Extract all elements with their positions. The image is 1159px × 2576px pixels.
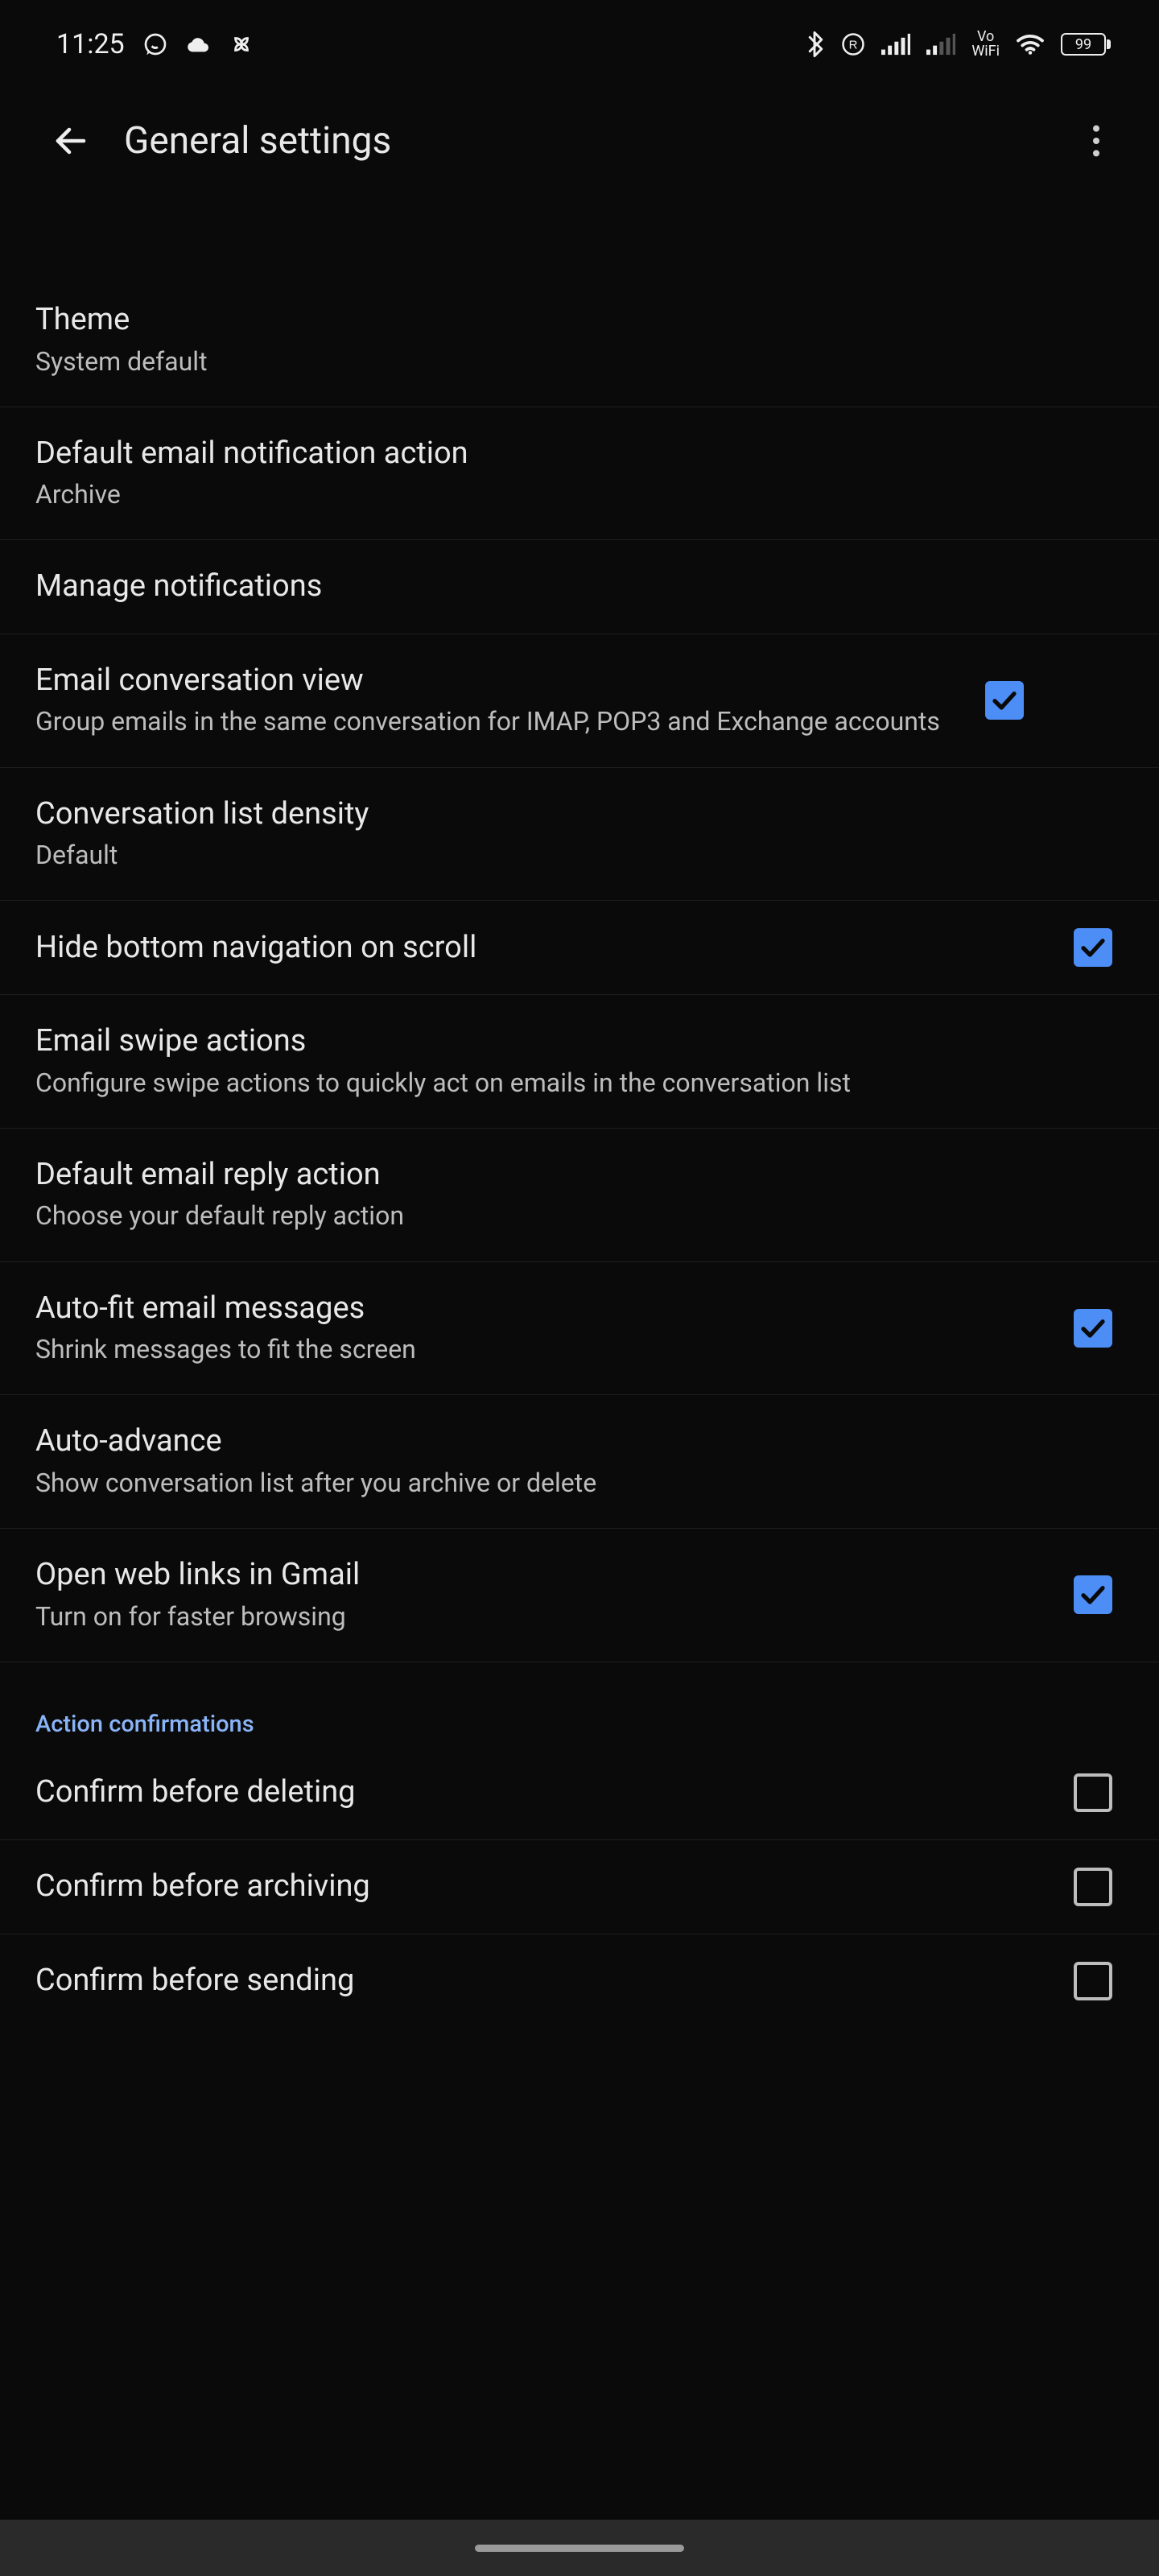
toolbar: General settings (0, 89, 1159, 193)
setting-title: Default email reply action (35, 1156, 1099, 1195)
setting-confirm-archive[interactable]: Confirm before archiving (0, 1840, 1159, 1934)
whatsapp-icon (142, 31, 168, 57)
checkbox-open-web-links[interactable] (1074, 1575, 1112, 1614)
setting-auto-fit-messages[interactable]: Auto-fit email messages Shrink messages … (0, 1262, 1159, 1396)
wifi-icon (1016, 33, 1045, 56)
status-bar: 11:25 R (0, 0, 1159, 89)
setting-desc: Turn on for faster browsing (35, 1600, 1050, 1634)
checkbox-auto-fit[interactable] (1074, 1309, 1112, 1348)
signal-1-icon (881, 33, 910, 56)
settings-list: Theme System default Default email notif… (0, 193, 1159, 2028)
checkbox-conversation-view[interactable] (985, 681, 1024, 720)
setting-title: Default email notification action (35, 435, 1099, 473)
setting-conversation-list-density[interactable]: Conversation list density Default (0, 768, 1159, 902)
page-title: General settings (124, 119, 1058, 163)
nav-handle-icon[interactable] (475, 2545, 684, 2552)
vowifi-icon: VoWiFi (971, 30, 1000, 59)
setting-value: Archive (35, 477, 1099, 512)
setting-title: Theme (35, 301, 1099, 340)
setting-open-web-links[interactable]: Open web links in Gmail Turn on for fast… (0, 1529, 1159, 1662)
setting-confirm-send[interactable]: Confirm before sending (0, 1934, 1159, 2028)
back-button[interactable] (32, 102, 109, 180)
setting-title: Confirm before sending (35, 1962, 1050, 2000)
setting-title: Email swipe actions (35, 1022, 1099, 1061)
setting-desc: Configure swipe actions to quickly act o… (35, 1066, 1099, 1100)
setting-default-reply-action[interactable]: Default email reply action Choose your d… (0, 1129, 1159, 1262)
setting-desc: Shrink messages to fit the screen (35, 1332, 1050, 1367)
status-left: 11:25 (56, 28, 254, 60)
setting-hide-bottom-nav[interactable]: Hide bottom navigation on scroll (0, 901, 1159, 995)
system-nav-bar (0, 2520, 1159, 2576)
setting-title: Auto-advance (35, 1422, 1099, 1461)
checkbox-confirm-delete[interactable] (1074, 1773, 1112, 1812)
setting-desc: Choose your default reply action (35, 1199, 1099, 1233)
setting-value: Default (35, 838, 1099, 873)
setting-title: Open web links in Gmail (35, 1556, 1050, 1595)
checkbox-confirm-send[interactable] (1074, 1962, 1112, 2000)
setting-desc: Group emails in the same conversation fo… (35, 704, 961, 739)
checkbox-confirm-archive[interactable] (1074, 1868, 1112, 1906)
setting-manage-notifications[interactable]: Manage notifications (0, 540, 1159, 634)
setting-auto-advance[interactable]: Auto-advance Show conversation list afte… (0, 1395, 1159, 1529)
setting-title: Manage notifications (35, 568, 1099, 606)
battery-level: 99 (1075, 36, 1091, 53)
setting-desc: Show conversation list after you archive… (35, 1466, 1099, 1501)
svg-text:R: R (849, 39, 858, 52)
setting-title: Confirm before deleting (35, 1773, 1050, 1812)
r-circle-icon: R (841, 32, 865, 56)
pinwheel-icon (229, 32, 254, 56)
setting-value: System default (35, 345, 1099, 379)
signal-2-icon (926, 33, 955, 56)
status-time: 11:25 (56, 28, 125, 60)
status-right: R VoWiFi (804, 30, 1111, 59)
setting-title: Auto-fit email messages (35, 1290, 1050, 1328)
cloud-icon (186, 35, 212, 54)
setting-title: Confirm before archiving (35, 1868, 1050, 1906)
checkbox-hide-bottom-nav[interactable] (1074, 928, 1112, 967)
section-action-confirmations: Action confirmations (0, 1662, 1159, 1746)
setting-title: Hide bottom navigation on scroll (35, 929, 1050, 968)
setting-theme[interactable]: Theme System default (0, 274, 1159, 407)
setting-email-swipe-actions[interactable]: Email swipe actions Configure swipe acti… (0, 995, 1159, 1129)
setting-email-conversation-view[interactable]: Email conversation view Group emails in … (0, 634, 1159, 768)
overflow-menu-button[interactable] (1058, 102, 1135, 180)
setting-title: Email conversation view (35, 662, 961, 700)
setting-confirm-delete[interactable]: Confirm before deleting (0, 1746, 1159, 1840)
battery-icon: 99 (1061, 33, 1111, 56)
setting-default-notification-action[interactable]: Default email notification action Archiv… (0, 407, 1159, 541)
setting-title: Conversation list density (35, 795, 1099, 834)
bluetooth-icon (804, 31, 825, 57)
